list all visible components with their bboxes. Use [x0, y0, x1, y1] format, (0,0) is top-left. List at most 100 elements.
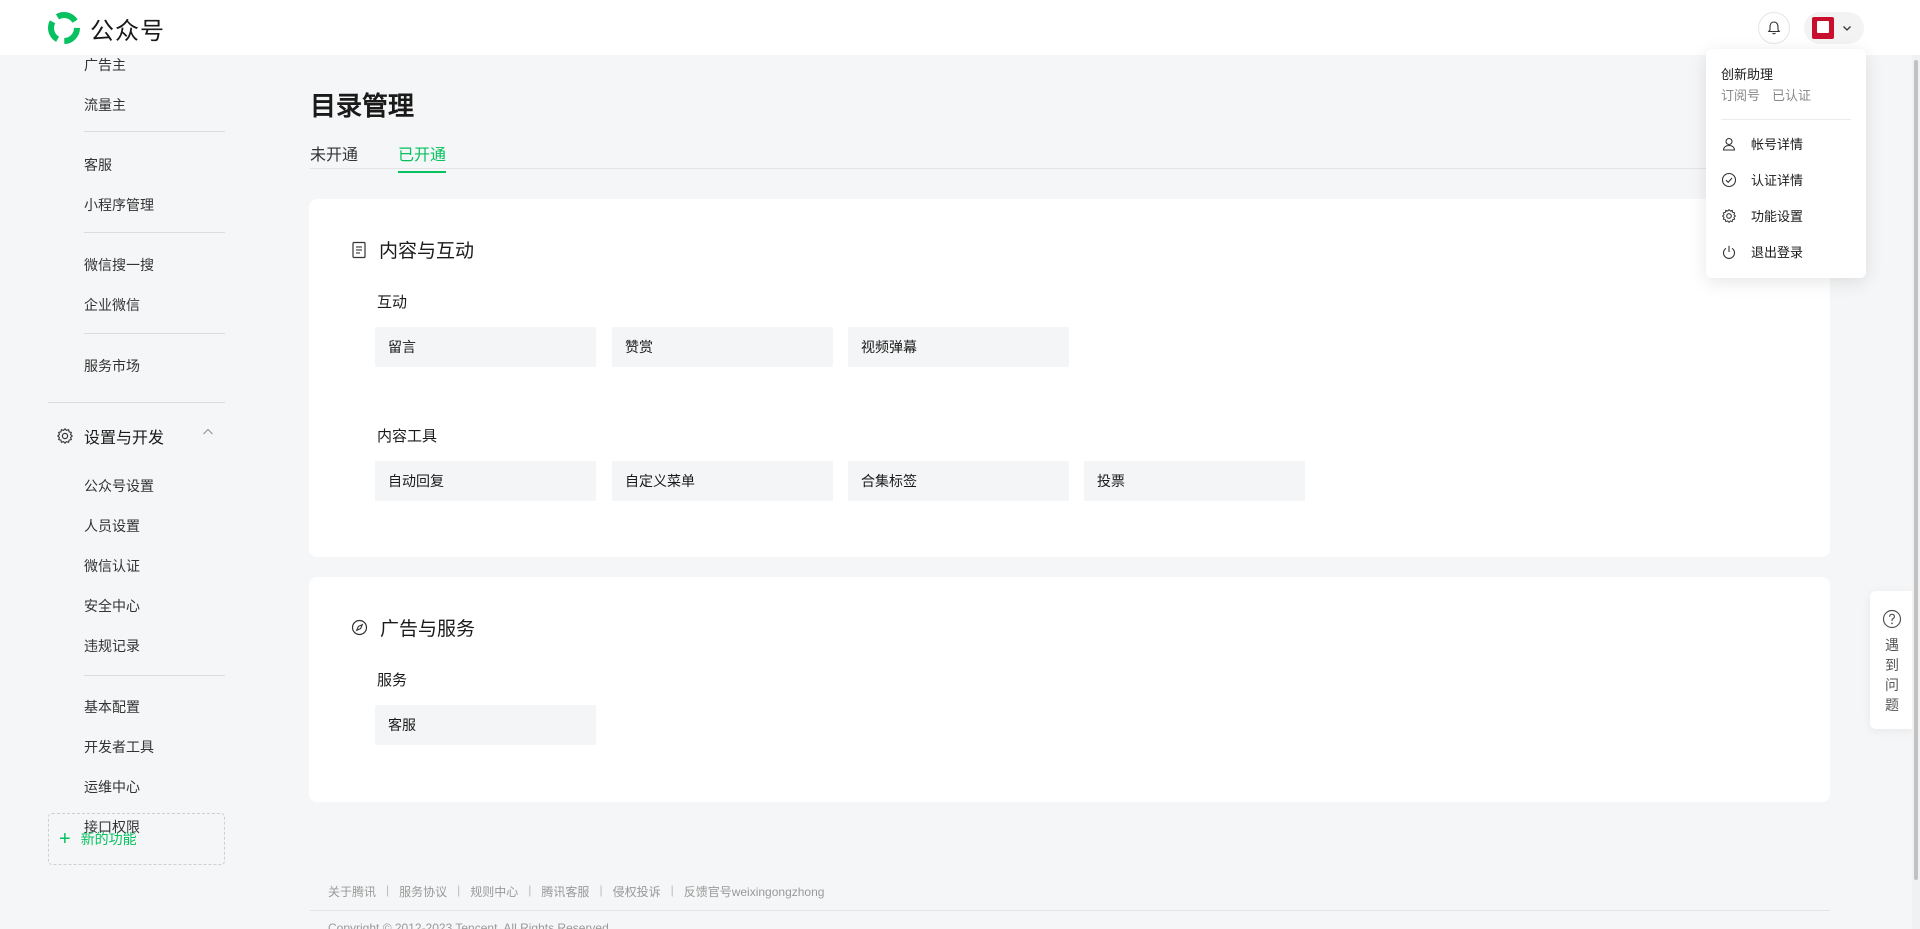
feature-item-label: 自动回复 — [388, 473, 444, 489]
sidebar-item-ops-center[interactable]: 运维中心 — [84, 777, 140, 797]
footer-link[interactable]: 服务协议 — [399, 883, 447, 900]
help-label: 遇到问题 — [1885, 637, 1899, 713]
divider — [48, 402, 225, 403]
help-float-button[interactable]: 遇到问题 — [1870, 591, 1914, 729]
footer-separator: | — [670, 883, 674, 897]
document-icon — [352, 241, 366, 258]
footer-link[interactable]: 规则中心 — [470, 883, 518, 900]
footer-link[interactable]: 关于腾讯 — [328, 883, 376, 900]
group-label: 互动 — [377, 294, 408, 311]
feature-item[interactable]: 投票 — [1084, 461, 1305, 501]
card-title: 广告与服务 — [351, 614, 475, 641]
feature-item-label: 留言 — [388, 339, 416, 355]
plus-icon: + — [59, 828, 71, 850]
feature-item[interactable]: 视频弹幕 — [848, 327, 1069, 367]
sidebar-item-violation-records[interactable]: 违规记录 — [84, 636, 140, 656]
account-meta: 订阅号 已认证 — [1721, 85, 1811, 104]
app-title: 公众号 — [90, 17, 165, 45]
tab-not-enabled[interactable]: 未开通 — [310, 141, 358, 171]
footer-links: 关于腾讯 | 服务协议 | 规则中心 | 腾讯客服 | 侵权投诉 | 反馈官号weixin… — [328, 883, 824, 900]
gear-icon — [1721, 208, 1737, 223]
new-feature-label: 新的功能 — [80, 831, 137, 847]
power-icon — [1722, 245, 1736, 259]
feature-item-label: 合集标签 — [861, 473, 917, 489]
dropdown-divider — [1721, 119, 1851, 120]
menu-item-account-details[interactable]: 帐号详情 — [1721, 134, 1803, 153]
card-title-text: 内容与互动 — [379, 241, 475, 262]
feature-item[interactable]: 自定义菜单 — [612, 461, 833, 501]
menu-item-label: 退出登录 — [1751, 245, 1804, 260]
page-title: 目录管理 — [310, 91, 415, 121]
sidebar-item-publisher[interactable]: 流量主 — [84, 95, 126, 115]
logo[interactable]: 公众号 — [46, 10, 165, 46]
tab-enabled[interactable]: 已开通 — [398, 141, 447, 173]
tab-bar: 未开通 已开通 — [310, 141, 1830, 173]
user-icon — [1722, 137, 1736, 151]
feature-item-label: 客服 — [388, 717, 416, 733]
sidebar-item-member-settings[interactable]: 人员设置 — [84, 516, 140, 536]
scrollbar-thumb[interactable] — [1914, 60, 1918, 880]
footer-link[interactable]: 反馈官号weixingongzhong — [684, 883, 825, 900]
compass-icon — [351, 619, 368, 636]
menu-item-label: 帐号详情 — [1751, 137, 1804, 152]
feature-item[interactable]: 留言 — [375, 327, 596, 367]
menu-item-logout[interactable]: 退出登录 — [1721, 242, 1803, 261]
card-title: 内容与互动 — [351, 236, 474, 263]
account-verified: 已认证 — [1772, 88, 1812, 103]
menu-item-label: 功能设置 — [1751, 209, 1804, 224]
footer-link[interactable]: 侵权投诉 — [613, 883, 661, 900]
feature-item-label: 投票 — [1097, 473, 1125, 489]
feature-item-label: 自定义菜单 — [625, 473, 695, 489]
account-dropdown: 创新助理 订阅号 已认证 帐号详情 认证详情 功能设置 退出登录 — [1706, 49, 1866, 278]
chevron-up-icon[interactable] — [202, 426, 214, 438]
feature-item[interactable]: 自动回复 — [375, 461, 596, 501]
divider — [84, 333, 225, 334]
group-label: 服务 — [377, 672, 408, 689]
sidebar-item-wechat-verification[interactable]: 微信认证 — [84, 556, 140, 576]
account-name: 创新助理 — [1721, 67, 1774, 82]
divider — [84, 675, 225, 676]
feature-item[interactable]: 合集标签 — [848, 461, 1069, 501]
footer-separator: | — [457, 883, 461, 897]
footer-separator: | — [599, 883, 603, 897]
copyright: Copyright © 2012-2023 Tencent. All Right… — [328, 921, 613, 929]
divider — [84, 131, 225, 132]
group-label: 内容工具 — [377, 428, 438, 445]
sidebar-item-wechat-search[interactable]: 微信搜一搜 — [84, 255, 154, 275]
question-icon — [1882, 609, 1902, 629]
sidebar-item-developer-tools[interactable]: 开发者工具 — [84, 737, 154, 757]
menu-item-verification-details[interactable]: 认证详情 — [1721, 170, 1803, 189]
menu-item-label: 认证详情 — [1751, 173, 1804, 188]
sidebar-item-account-settings[interactable]: 公众号设置 — [84, 476, 154, 496]
card-content-interaction: 内容与互动 互动 留言 赞赏 视频弹幕 内容工具 自动回复 自定义菜单 合集标签… — [309, 199, 1830, 557]
check-circle-icon — [1721, 172, 1737, 187]
sidebar-item-service-market[interactable]: 服务市场 — [84, 356, 140, 376]
divider — [84, 232, 225, 233]
notification-button[interactable] — [1758, 12, 1790, 44]
account-button[interactable] — [1804, 12, 1864, 44]
sidebar-item-wecom[interactable]: 企业微信 — [84, 295, 140, 315]
footer-divider — [310, 910, 1830, 911]
feature-item[interactable]: 客服 — [375, 705, 596, 745]
wechat-logo-icon — [48, 12, 80, 44]
footer-separator: | — [528, 883, 532, 897]
avatar — [1812, 17, 1834, 39]
top-bar: 公众号 — [0, 0, 1920, 55]
feature-item-label: 视频弹幕 — [861, 339, 917, 355]
feature-item[interactable]: 赞赏 — [612, 327, 833, 367]
menu-item-function-settings[interactable]: 功能设置 — [1721, 206, 1803, 225]
gear-icon — [56, 427, 74, 445]
sidebar-item-basic-config[interactable]: 基本配置 — [84, 697, 140, 717]
sidebar-item-advertiser[interactable]: 广告主 — [84, 55, 126, 75]
sidebar-item-miniprogram[interactable]: 小程序管理 — [84, 195, 154, 215]
chevron-down-icon — [1843, 26, 1851, 31]
new-feature-button[interactable]: + 新的功能 — [48, 813, 225, 865]
bell-icon — [1767, 21, 1781, 35]
sidebar-section-label: 设置与开发 — [84, 430, 165, 447]
sidebar-item-customer-service[interactable]: 客服 — [84, 155, 112, 175]
card-title-text: 广告与服务 — [380, 619, 476, 640]
footer-link[interactable]: 腾讯客服 — [541, 883, 589, 900]
sidebar-item-security-center[interactable]: 安全中心 — [84, 596, 140, 616]
sidebar-section-settings[interactable]: 设置与开发 — [56, 424, 164, 448]
feature-item-label: 赞赏 — [625, 339, 653, 355]
